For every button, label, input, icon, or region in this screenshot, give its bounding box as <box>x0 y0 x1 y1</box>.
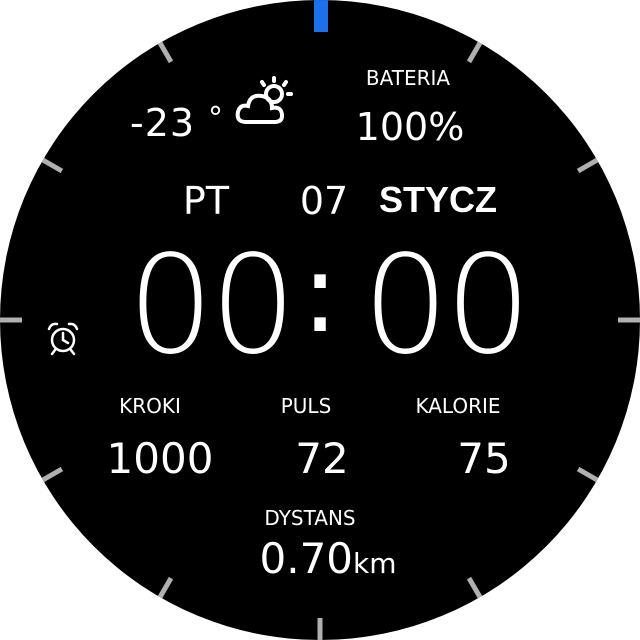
top-indicator <box>314 0 328 32</box>
bezel-tick <box>576 466 601 484</box>
distance-readout[interactable]: 0.70km <box>259 538 396 580</box>
bezel-tick <box>156 39 174 64</box>
bezel-tick <box>466 576 484 601</box>
clock-minutes: 00 <box>362 227 531 385</box>
distance-label: DYSTANS <box>264 506 356 530</box>
clock-hours: 00 <box>127 227 296 385</box>
battery-value[interactable]: 100% <box>356 108 465 146</box>
calories-value[interactable]: 75 <box>457 438 510 480</box>
distance-unit: km <box>353 547 397 580</box>
temperature-value: -23 <box>130 101 196 145</box>
pulse-label: PULS <box>280 394 332 418</box>
watch-face: -23 ° BATERIA 100% PT 07 STYCZ 00 : 00 K… <box>0 0 640 640</box>
day-of-week: PT <box>182 179 230 223</box>
steps-value[interactable]: 1000 <box>107 438 214 480</box>
steps-label: KROKI <box>119 394 181 418</box>
month: STYCZ <box>378 179 498 220</box>
day-number: 07 <box>299 179 349 223</box>
bezel-tick <box>576 156 601 174</box>
clock-separator: : <box>301 229 339 357</box>
bezel-tick <box>156 576 174 601</box>
bezel-tick <box>39 466 64 484</box>
temperature-unit: ° <box>208 101 223 136</box>
calories-label: KALORIE <box>415 394 501 418</box>
partly-cloudy-icon[interactable] <box>232 76 300 136</box>
alarm-clock-icon[interactable] <box>45 320 81 356</box>
bezel-tick <box>466 39 484 64</box>
bezel-tick <box>39 156 64 174</box>
distance-value: 0.70 <box>259 534 354 583</box>
pulse-value[interactable]: 72 <box>295 438 348 480</box>
battery-label: BATERIA <box>365 66 451 90</box>
